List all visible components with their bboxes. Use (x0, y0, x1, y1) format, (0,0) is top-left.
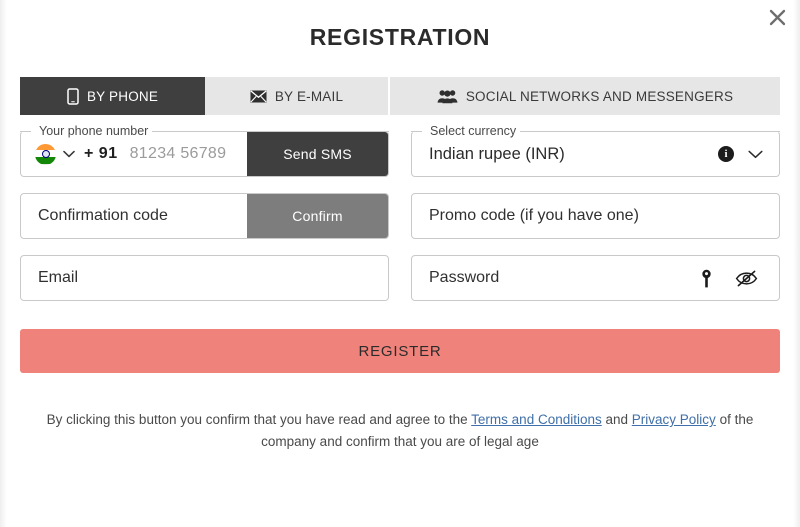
close-button[interactable] (763, 3, 791, 31)
phone-field-group: Your phone number + 91 81234 56789 Send … (20, 123, 389, 177)
password-icons (701, 269, 779, 288)
key-icon[interactable] (701, 269, 712, 288)
modal-right-edge (793, 0, 800, 527)
legal-disclaimer: By clicking this button you confirm that… (20, 409, 780, 453)
confirmation-code-group: Confirmation code Confirm (20, 193, 389, 239)
email-field[interactable]: Email (20, 255, 389, 301)
password-field[interactable]: Password (411, 255, 780, 301)
promo-code-field[interactable]: Promo code (if you have one) (411, 193, 780, 239)
registration-method-tabs: BY PHONE BY E-MAIL SOCIAL NETWORKS AND M… (20, 77, 780, 115)
register-button[interactable]: REGISTER (20, 329, 780, 373)
currency-icons: i (718, 146, 779, 162)
tab-social-networks[interactable]: SOCIAL NETWORKS AND MESSENGERS (390, 77, 780, 115)
form-row-3: Email Password (20, 255, 780, 301)
tab-by-phone-label: BY PHONE (86, 88, 159, 104)
currency-field-group: Select currency Indian rupee (INR) i (411, 123, 780, 177)
tab-by-phone[interactable]: BY PHONE (20, 77, 205, 115)
email-input[interactable]: Email (21, 269, 78, 287)
currency-field-label: Select currency (426, 123, 521, 139)
legal-text-between: and (601, 412, 632, 427)
info-circle-icon[interactable]: i (718, 146, 734, 162)
country-chevron-down-icon[interactable] (63, 150, 75, 158)
modal-left-edge (0, 0, 7, 527)
confirmation-code-input[interactable]: Confirmation code (21, 207, 168, 225)
privacy-policy-link[interactable]: Privacy Policy (632, 412, 716, 427)
promo-code-group: Promo code (if you have one) (411, 193, 780, 239)
country-code: + 91 (84, 145, 118, 162)
currency-selected-value: Indian rupee (INR) (429, 144, 565, 163)
password-group: Password (411, 255, 780, 301)
email-group: Email (20, 255, 389, 301)
envelope-icon (250, 89, 267, 103)
password-input[interactable]: Password (412, 269, 499, 287)
close-icon (769, 9, 786, 26)
tab-by-email-label: BY E-MAIL (274, 88, 344, 104)
phone-field-label: Your phone number (35, 123, 153, 139)
legal-text-before: By clicking this button you confirm that… (46, 412, 472, 427)
form-row-1: Your phone number + 91 81234 56789 Send … (20, 123, 780, 177)
tab-by-email[interactable]: BY E-MAIL (205, 77, 390, 115)
people-group-icon (437, 89, 458, 104)
india-flag-icon[interactable] (35, 143, 56, 165)
terms-and-conditions-link[interactable]: Terms and Conditions (471, 412, 602, 427)
confirm-button[interactable]: Confirm (247, 194, 388, 238)
send-sms-button[interactable]: Send SMS (247, 132, 388, 176)
form-row-2: Confirmation code Confirm Promo code (if… (20, 193, 780, 239)
promo-code-input[interactable]: Promo code (if you have one) (412, 207, 639, 225)
page-title: REGISTRATION (309, 24, 491, 50)
registration-modal: REGISTRATION BY PHONE BY E-MAIL SOCIAL N… (0, 0, 800, 527)
eye-slash-icon[interactable] (735, 270, 758, 287)
chevron-down-icon[interactable] (748, 150, 763, 159)
tab-social-networks-label: SOCIAL NETWORKS AND MESSENGERS (465, 88, 734, 104)
mobile-phone-icon (67, 87, 79, 105)
confirmation-code-field[interactable]: Confirmation code Confirm (20, 193, 389, 239)
phone-number-input[interactable]: 81234 56789 (130, 145, 227, 163)
